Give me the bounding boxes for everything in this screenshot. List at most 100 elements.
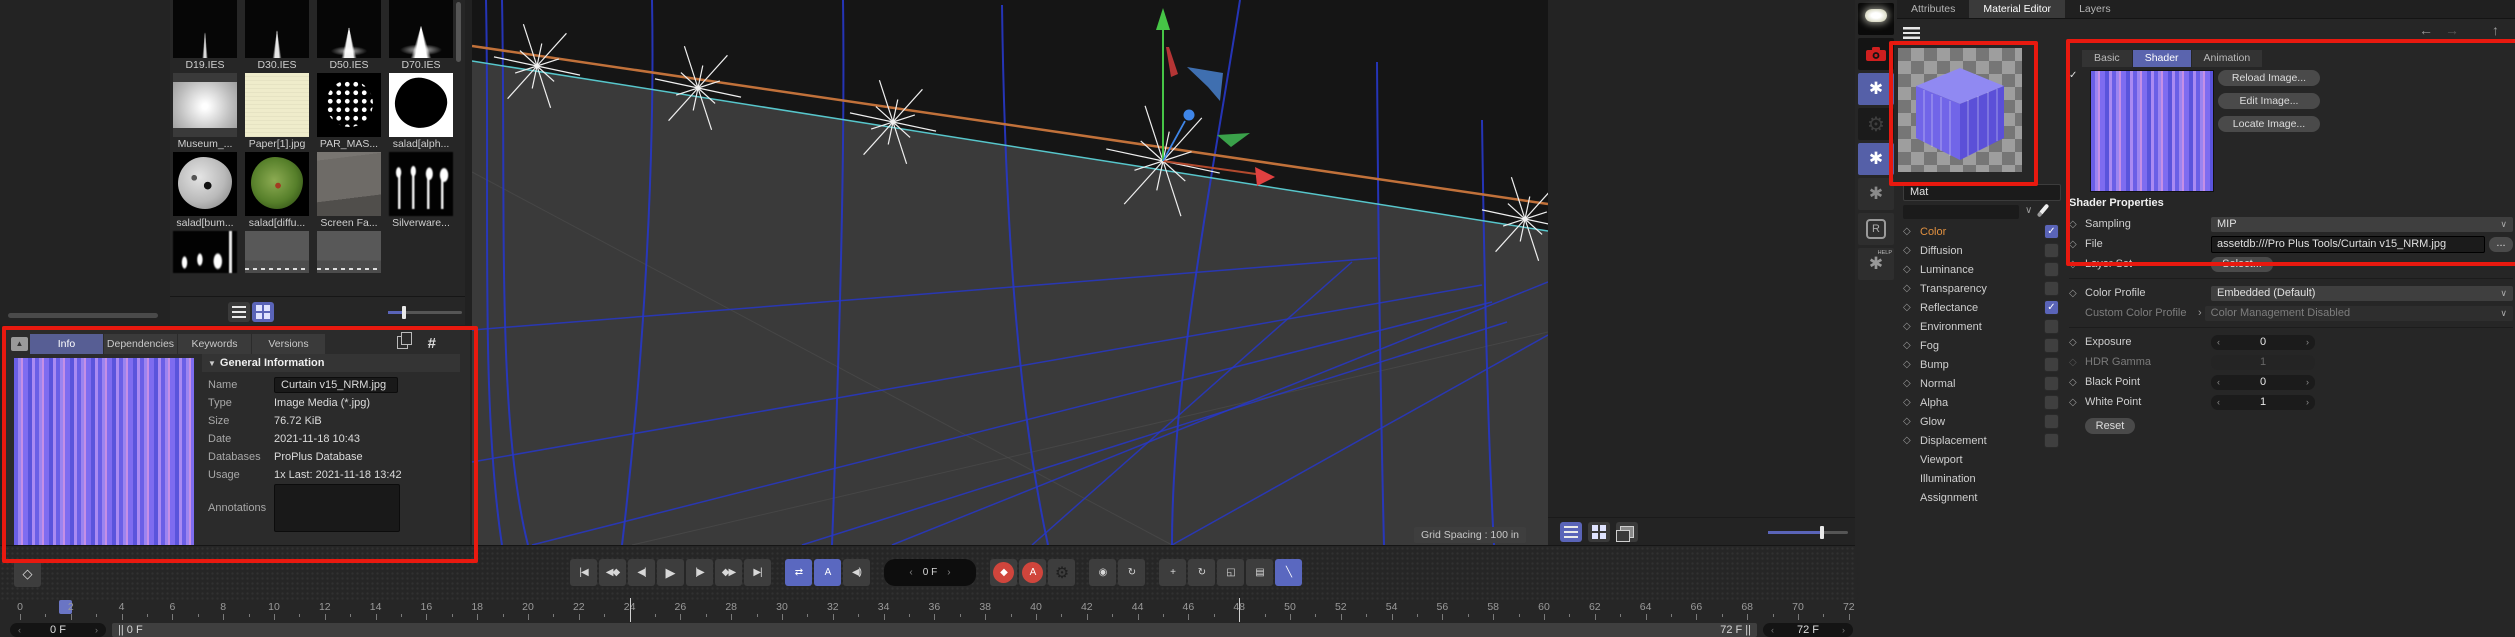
preview-range[interactable]: || 0 F 72 F || xyxy=(112,623,1757,637)
transport.buttons.17.name[interactable]: ‹ ↻ › xyxy=(1188,559,1215,586)
property-spinner[interactable]: ‹ 0 › xyxy=(2211,334,2315,350)
property-dropdown[interactable]: Embedded (Default) ∨ xyxy=(2211,285,2513,301)
asset-thumbnail[interactable]: PAR_MAS... xyxy=(317,73,381,152)
transport.buttons.19.name[interactable]: ‹ ▤ › xyxy=(1246,559,1273,586)
transport.buttons.10.name[interactable]: ‹ 0 F › xyxy=(884,559,976,586)
shader-tab[interactable]: Shader xyxy=(2132,50,2192,67)
property-diamond-icon[interactable]: ◇ xyxy=(2069,357,2085,368)
property-diamond-icon[interactable]: ◇ xyxy=(2069,397,2085,408)
decrease-icon[interactable]: ‹ xyxy=(909,567,912,578)
spinner-increase-icon[interactable]: › xyxy=(2306,377,2309,387)
history-up-icon[interactable]: ↑ xyxy=(2492,22,2499,38)
file-path-field[interactable]: assetdb:///Pro Plus Tools/Curtain v15_NR… xyxy=(2211,235,2485,253)
asset-thumbnail-image[interactable] xyxy=(173,0,237,58)
channel-label[interactable]: Normal xyxy=(1919,378,2044,390)
channel-checkbox[interactable] xyxy=(2044,319,2059,334)
channel-row[interactable]: ◇ Luminance xyxy=(1903,260,2063,279)
channel-label[interactable]: Environment xyxy=(1919,321,2044,333)
slider-handle[interactable] xyxy=(402,306,406,319)
transport.buttons.20.name[interactable]: ‹ ╲ › xyxy=(1275,559,1302,586)
asset-thumbnail-image[interactable] xyxy=(245,0,309,58)
decrease-icon[interactable]: ‹ xyxy=(18,625,21,635)
asset-thumbnail-image[interactable] xyxy=(173,152,237,216)
increase-icon[interactable]: › xyxy=(1842,625,1845,635)
channel-label[interactable]: Displacement xyxy=(1919,435,2044,447)
reset-button[interactable]: Reset xyxy=(2085,418,2135,434)
channel-row[interactable]: ◇ Color xyxy=(1903,222,2063,241)
asset-thumbnail[interactable]: salad[diffu... xyxy=(245,152,309,231)
viewport-3d[interactable]: Grid Spacing : 100 in xyxy=(471,0,1569,546)
channel-checkbox[interactable] xyxy=(2044,395,2059,410)
channel-checkbox[interactable] xyxy=(2044,243,2059,258)
shader-tab[interactable]: Basic xyxy=(2082,50,2133,67)
keyframe-diamond-button[interactable]: ◇ xyxy=(14,560,41,587)
transport.buttons.7.name[interactable]: ‹ ⇄ › xyxy=(785,559,812,586)
channel-label[interactable]: Transparency xyxy=(1919,283,2044,295)
channel-checkbox[interactable] xyxy=(2044,281,2059,296)
horizontal-scrollbar[interactable] xyxy=(8,313,158,318)
transport.buttons.18.name[interactable]: ‹ ◱ › xyxy=(1217,559,1244,586)
property-diamond-icon[interactable]: ◇ xyxy=(2069,239,2085,250)
asset-thumbnail[interactable] xyxy=(245,231,309,273)
property-diamond-icon[interactable]: ◇ xyxy=(2069,259,2085,270)
channel-label[interactable]: Glow xyxy=(1919,416,2044,428)
interactive-render-icon[interactable]: ✱ xyxy=(1858,143,1894,175)
channel-row[interactable]: ◇ Transparency xyxy=(1903,279,2063,298)
list-view-button[interactable] xyxy=(1560,522,1582,542)
asset-thumbnail-image[interactable] xyxy=(173,231,237,273)
info-tab[interactable]: Dependencies xyxy=(104,334,178,354)
asset-thumbnail-image[interactable] xyxy=(317,0,381,58)
spinner-increase-icon[interactable]: › xyxy=(2306,397,2309,407)
property-button[interactable]: Select... xyxy=(2211,256,2273,272)
asset-thumbnail[interactable]: salad[bum... xyxy=(173,152,237,231)
channel-row[interactable]: Viewport xyxy=(1903,450,2063,469)
transport.buttons.5.name[interactable]: ‹ ◆▶ › xyxy=(715,559,742,586)
channel-checkbox[interactable] xyxy=(2044,338,2059,353)
asset-thumbnail[interactable]: salad[alph... xyxy=(389,73,453,152)
channel-checkbox[interactable] xyxy=(2044,357,2059,372)
hash-icon[interactable]: # xyxy=(428,335,436,352)
render-settings-icon[interactable]: ⚙ xyxy=(1858,108,1894,140)
transport.buttons.13.name[interactable]: ‹ ⚙ › xyxy=(1048,559,1075,586)
channel-label[interactable]: Diffusion xyxy=(1919,245,2044,257)
property-diamond-icon[interactable]: ◇ xyxy=(2069,219,2085,230)
property-diamond-icon[interactable]: ◇ xyxy=(2069,288,2085,299)
light-material-icon[interactable] xyxy=(1858,3,1894,35)
panel-tab[interactable]: Material Editor xyxy=(1969,0,2066,18)
transport.buttons.8.name[interactable]: ‹ A › xyxy=(814,559,841,586)
material-preset-dropdown[interactable] xyxy=(1903,205,2019,219)
channel-checkbox[interactable] xyxy=(2044,433,2059,448)
shader-tab[interactable]: Animation xyxy=(2191,50,2264,67)
zoom-slider[interactable] xyxy=(1768,526,1848,539)
channel-label[interactable]: Bump xyxy=(1919,359,2044,371)
render-region-icon[interactable]: R xyxy=(1858,213,1894,245)
property-dropdown[interactable]: Color Management Disabled ∨ xyxy=(2204,305,2513,321)
vertical-scrollbar[interactable] xyxy=(456,2,461,62)
asset-thumbnail-image[interactable] xyxy=(317,152,381,216)
asset-thumbnail-image[interactable] xyxy=(245,231,309,273)
asset-thumbnail[interactable]: D70.IES xyxy=(389,0,453,73)
image-action-button[interactable]: Locate Image... xyxy=(2218,116,2320,132)
channel-row[interactable]: ◇ Fog xyxy=(1903,336,2063,355)
property-diamond-icon[interactable]: ◇ xyxy=(2069,337,2085,348)
property-dropdown[interactable]: MIP ∨ xyxy=(2211,216,2513,232)
browse-file-button[interactable]: ... xyxy=(2489,236,2513,252)
channel-row[interactable]: ◇ Environment xyxy=(1903,317,2063,336)
asset-thumbnail[interactable]: Screen Fa... xyxy=(317,152,381,231)
channel-row[interactable]: ◇ Bump xyxy=(1903,355,2063,374)
channel-label[interactable]: Fog xyxy=(1919,340,2044,352)
thumbnail-size-slider[interactable] xyxy=(388,306,462,319)
transport.buttons.9.name[interactable]: ‹ ◀) › xyxy=(843,559,870,586)
channel-checkbox[interactable] xyxy=(2044,376,2059,391)
camera-icon[interactable] xyxy=(1858,38,1894,70)
channel-row[interactable]: ◇ Glow xyxy=(1903,412,2063,431)
layer-view-button[interactable] xyxy=(1616,522,1638,542)
channel-row[interactable]: Assignment xyxy=(1903,488,2063,507)
channel-row[interactable]: ◇ Displacement xyxy=(1903,431,2063,450)
channel-label[interactable]: Illumination xyxy=(1903,473,2063,485)
transport.buttons.4.name[interactable]: ‹ |▶ › xyxy=(686,559,713,586)
property-spinner[interactable]: ‹ 0 › xyxy=(2211,374,2315,390)
channel-label[interactable]: Viewport xyxy=(1903,454,2063,466)
decrease-icon[interactable]: ‹ xyxy=(1771,625,1774,635)
info-tab[interactable]: Info xyxy=(30,334,104,354)
